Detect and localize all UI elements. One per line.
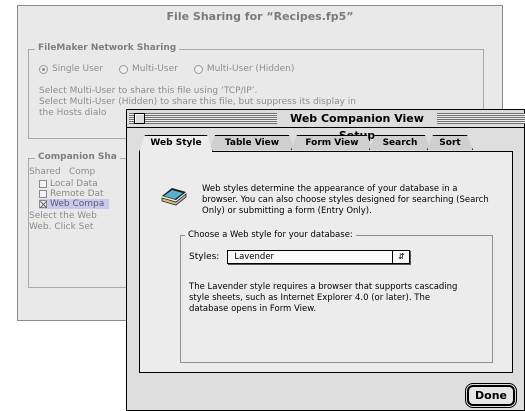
companion-item-label: Local Data [50, 179, 98, 189]
done-button[interactable]: Done [467, 385, 515, 406]
multi-user-hidden-label: Multi-User (Hidden) [206, 64, 295, 74]
companion-item-local-data[interactable]: Local Data [39, 179, 109, 189]
companion-sharing-label: Companion Sha [35, 152, 120, 162]
companion-item-label: Remote Dat [50, 189, 104, 199]
styles-popup-menu[interactable]: Lavender ⇵ [227, 250, 411, 264]
column-header-companion: Comp [69, 167, 96, 177]
tab-web-style[interactable]: Web Style [139, 135, 213, 152]
help-line: Select Multi-User (Hidden) to share this… [39, 97, 356, 107]
single-user-label: Single User [52, 64, 104, 74]
web-style-panel: Web styles determine the appearance of y… [139, 151, 513, 373]
style-description: The Lavender style requires a browser th… [189, 282, 458, 314]
multi-user-hidden-radio[interactable]: Multi-User (Hidden) [193, 64, 295, 74]
tab-table-view[interactable]: Table View [209, 135, 295, 150]
intro-text: Web styles determine the appearance of y… [202, 184, 489, 216]
network-sharing-label: FileMaker Network Sharing [35, 43, 180, 53]
single-user-radio[interactable]: Single User [39, 64, 103, 74]
file-sharing-title: File Sharing for “Recipes.fp5” [166, 10, 354, 23]
web-style-group-label: Choose a Web style for your database: [185, 230, 356, 240]
tab-sort[interactable]: Sort [427, 135, 473, 150]
dialog-title: Web Companion View Setup [277, 110, 437, 142]
checkbox-icon[interactable] [39, 190, 47, 198]
web-style-group: Choose a Web style for your database: St… [180, 230, 493, 363]
title-bar[interactable]: Web Companion View Setup [127, 110, 525, 142]
companion-help-line: Select the Web [29, 211, 97, 221]
companion-help-line: Web. Click Set [29, 222, 94, 232]
help-line: Select Multi-User to share this file usi… [39, 86, 258, 96]
multi-user-radio[interactable]: Multi-User [119, 64, 178, 74]
multi-user-label: Multi-User [132, 64, 178, 74]
radio-unselected-icon [193, 64, 203, 74]
styles-label: Styles: [189, 252, 220, 262]
companion-list: Local Data Remote Dat Web Compa [39, 179, 109, 209]
web-style-icon [161, 188, 187, 206]
radio-unselected-icon [119, 64, 129, 74]
web-companion-view-setup-dialog: Web Companion View Setup Web Style Table… [126, 109, 525, 411]
radio-selected-icon [39, 64, 48, 74]
tab-search[interactable]: Search [369, 135, 431, 150]
companion-item-web-companion[interactable]: Web Compa [39, 199, 109, 209]
column-header-shared: Shared [29, 167, 61, 177]
up-down-arrows-icon: ⇵ [392, 251, 409, 263]
checked-checkbox-icon[interactable] [39, 200, 47, 208]
checkbox-icon[interactable] [39, 180, 47, 188]
help-line: the Hosts dialo [39, 108, 107, 118]
close-box-icon[interactable] [134, 113, 145, 124]
tab-form-view[interactable]: Form View [291, 135, 373, 150]
styles-popup-value: Lavender [234, 252, 275, 262]
companion-item-remote-data[interactable]: Remote Dat [39, 189, 109, 199]
companion-item-label: Web Compa [50, 199, 105, 209]
